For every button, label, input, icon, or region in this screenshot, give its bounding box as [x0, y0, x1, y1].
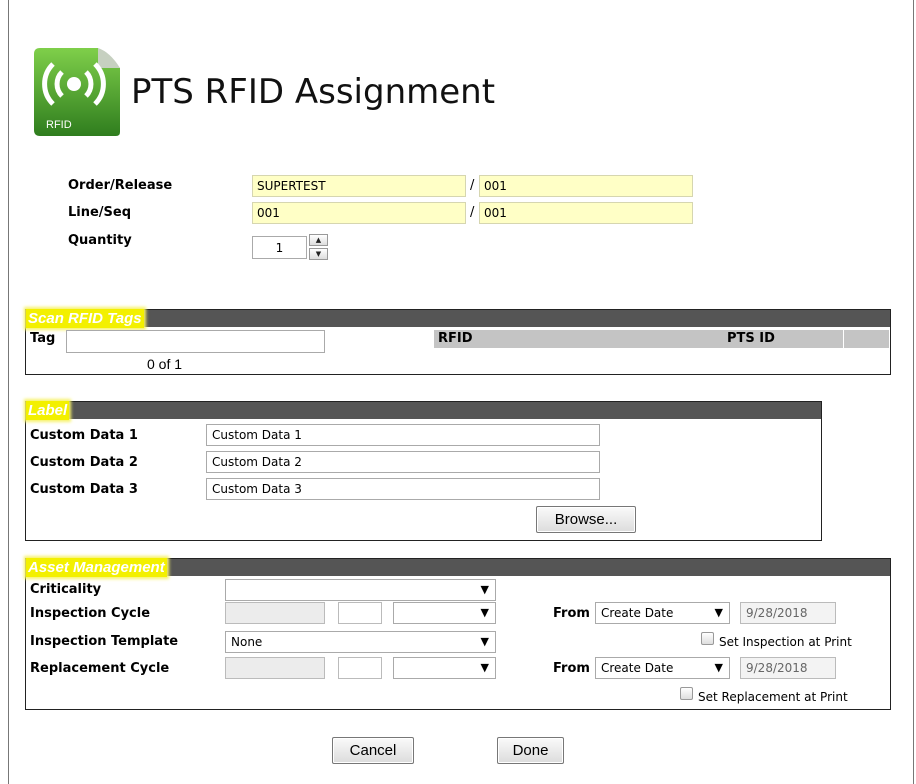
tag-label: Tag: [30, 331, 56, 346]
quantity-up-icon[interactable]: ▲: [309, 234, 328, 246]
criticality-label: Criticality: [30, 582, 102, 597]
asset-section-title: Asset Management: [26, 558, 167, 577]
chevron-down-icon: ▼: [480, 583, 489, 596]
inspection-from-value: Create Date: [601, 606, 674, 620]
replacement-from-label: From: [553, 661, 590, 676]
quantity-down-icon[interactable]: ▼: [309, 248, 328, 260]
custom-data-2-label: Custom Data 2: [30, 455, 138, 470]
set-replacement-checkbox[interactable]: [680, 687, 693, 700]
set-replacement-label: Set Replacement at Print: [698, 690, 848, 704]
inspection-cycle-label: Inspection Cycle: [30, 606, 151, 621]
rfid-logo-icon: RFID: [32, 46, 122, 138]
pts-id-column-header: PTS ID: [723, 330, 843, 348]
extra-column-header: [844, 330, 889, 348]
quantity-label: Quantity: [68, 233, 132, 248]
custom-data-3-input[interactable]: Custom Data 3: [206, 478, 600, 500]
order-release-label: Order/Release: [68, 178, 173, 193]
inspection-cycle-input[interactable]: [225, 602, 325, 624]
custom-data-2-input[interactable]: Custom Data 2: [206, 451, 600, 473]
chevron-down-icon: ▼: [480, 661, 489, 674]
scan-section-title: Scan RFID Tags: [26, 309, 144, 328]
replacement-cycle-unit-select[interactable]: ▼: [393, 657, 496, 679]
custom-data-3-label: Custom Data 3: [30, 482, 138, 497]
line-separator: /: [470, 205, 475, 220]
label-section-title: Label: [26, 401, 70, 420]
seq-input[interactable]: 001: [479, 202, 693, 224]
quantity-input[interactable]: 1: [252, 236, 307, 259]
logo-text: RFID: [46, 119, 72, 131]
set-inspection-label: Set Inspection at Print: [719, 635, 852, 649]
inspection-cycle-unit-select[interactable]: ▼: [393, 602, 496, 624]
label-section-header: [26, 402, 821, 419]
scan-count: 0 of 1: [147, 356, 183, 372]
rfid-column-header: RFID: [434, 330, 724, 348]
chevron-down-icon: ▼: [480, 635, 489, 648]
inspection-template-value: None: [231, 635, 263, 649]
order-input[interactable]: SUPERTEST: [252, 175, 466, 197]
replacement-cycle-count[interactable]: [338, 657, 382, 679]
custom-data-1-label: Custom Data 1: [30, 428, 138, 443]
chevron-down-icon: ▼: [480, 606, 489, 619]
inspection-template-select[interactable]: None ▼: [225, 631, 496, 653]
chevron-down-icon: ▼: [714, 606, 723, 619]
inspection-date-field[interactable]: 9/28/2018: [740, 602, 836, 624]
criticality-select[interactable]: ▼: [225, 579, 496, 601]
release-input[interactable]: 001: [479, 175, 693, 197]
replacement-cycle-input[interactable]: [225, 657, 325, 679]
set-inspection-checkbox[interactable]: [701, 632, 714, 645]
inspection-template-label: Inspection Template: [30, 634, 179, 649]
replacement-date-field[interactable]: 9/28/2018: [740, 657, 836, 679]
browse-button[interactable]: Browse...: [536, 506, 636, 533]
custom-data-1-input[interactable]: Custom Data 1: [206, 424, 600, 446]
page-title: PTS RFID Assignment: [131, 72, 496, 112]
line-seq-label: Line/Seq: [68, 205, 132, 220]
cancel-button[interactable]: Cancel: [332, 737, 414, 764]
inspection-from-select[interactable]: Create Date ▼: [595, 602, 730, 624]
scan-section-header: [26, 310, 890, 327]
replacement-from-select[interactable]: Create Date ▼: [595, 657, 730, 679]
line-input[interactable]: 001: [252, 202, 466, 224]
inspection-from-label: From: [553, 606, 590, 621]
inspection-cycle-count[interactable]: [338, 602, 382, 624]
replacement-from-value: Create Date: [601, 661, 674, 675]
done-button[interactable]: Done: [497, 737, 564, 764]
tag-input[interactable]: [66, 330, 325, 353]
order-separator: /: [470, 178, 475, 193]
chevron-down-icon: ▼: [714, 661, 723, 674]
replacement-cycle-label: Replacement Cycle: [30, 661, 170, 676]
